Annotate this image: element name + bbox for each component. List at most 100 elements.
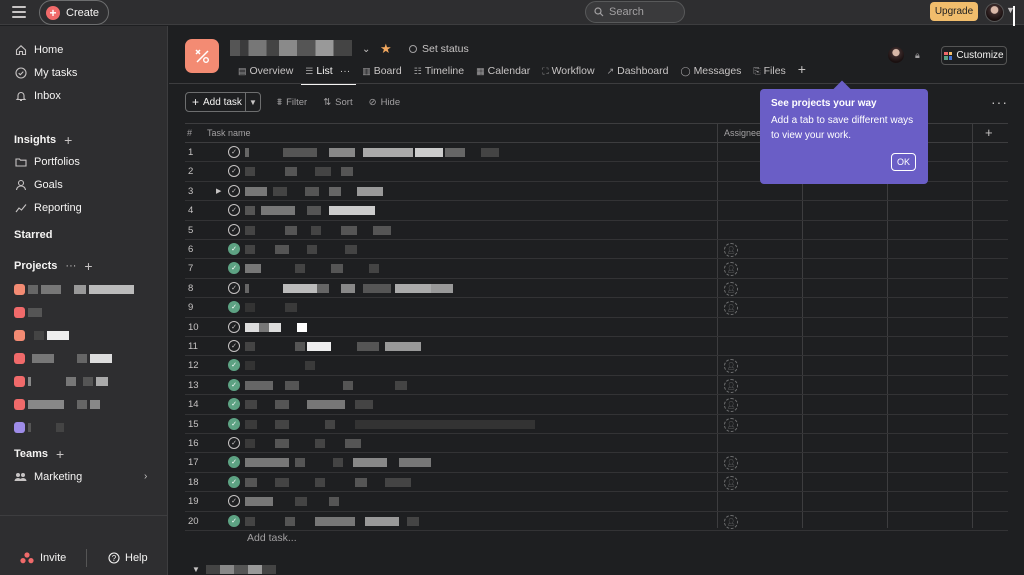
assignee-placeholder-icon[interactable]: 👤︎: [724, 243, 738, 257]
table-row[interactable]: 4 ✓: [185, 201, 1008, 221]
sidebar-item-marketing[interactable]: Marketing ›: [14, 470, 154, 483]
complete-checkbox-icon[interactable]: ✓: [228, 184, 240, 197]
table-row[interactable]: 5 ✓: [185, 221, 1008, 240]
complete-checkbox-icon[interactable]: ✓: [228, 417, 240, 430]
table-row[interactable]: 3 ▶ ✓: [185, 182, 1008, 202]
assignee-placeholder-icon[interactable]: 👤︎: [724, 378, 738, 393]
complete-checkbox-icon[interactable]: ✓: [228, 359, 240, 372]
project-item[interactable]: [14, 373, 108, 389]
section-header[interactable]: ▼: [192, 565, 276, 574]
upgrade-button[interactable]: Upgrade: [930, 2, 978, 21]
table-row[interactable]: 15 ✓ 👤︎: [185, 415, 1008, 434]
tab-overview[interactable]: ▤ Overview: [232, 64, 299, 82]
assignee-placeholder-icon[interactable]: 👤︎: [724, 262, 738, 277]
tab-files[interactable]: ⎘ Files: [747, 64, 791, 82]
more-icon[interactable]: ···: [991, 94, 1008, 110]
insights-header[interactable]: Insights +: [14, 132, 72, 148]
complete-checkbox-icon[interactable]: ✓: [228, 475, 240, 488]
starred-header[interactable]: Starred: [14, 229, 53, 241]
project-item[interactable]: [14, 304, 42, 320]
complete-checkbox-icon[interactable]: ✓: [228, 378, 240, 391]
complete-checkbox-icon[interactable]: ✓: [228, 320, 240, 333]
complete-checkbox-icon[interactable]: ✓: [228, 146, 240, 158]
column-header-task-name[interactable]: Task name: [207, 128, 251, 138]
menu-icon[interactable]: [12, 6, 26, 18]
avatar[interactable]: [888, 47, 904, 63]
tab-dashboard[interactable]: ↗ Dashboard: [601, 64, 675, 82]
sidebar-item-my-tasks[interactable]: My tasks: [14, 66, 77, 79]
ok-button[interactable]: OK: [891, 153, 916, 171]
add-project-icon[interactable]: +: [84, 258, 92, 274]
complete-checkbox-icon[interactable]: ✓: [228, 514, 240, 527]
sidebar-item-reporting[interactable]: Reporting: [14, 201, 82, 214]
set-status-button[interactable]: Set status: [409, 43, 469, 55]
assignee-placeholder-icon[interactable]: 👤︎: [724, 417, 738, 432]
assignee-placeholder-icon[interactable]: 👤︎: [724, 514, 738, 529]
sidebar-item-portfolios[interactable]: Portfolios: [14, 155, 80, 168]
complete-checkbox-icon[interactable]: ✓: [228, 340, 240, 352]
tab-calendar[interactable]: ▦ Calendar: [470, 64, 536, 82]
table-row[interactable]: 13 ✓ 👤︎: [185, 376, 1008, 396]
table-row[interactable]: 18 ✓ 👤︎: [185, 473, 1008, 493]
complete-checkbox-icon[interactable]: ✓: [228, 165, 240, 178]
table-row[interactable]: 9 ✓ 👤︎: [185, 298, 1008, 318]
caret-right-icon[interactable]: ▶: [216, 187, 221, 195]
caret-down-icon[interactable]: ▼: [192, 565, 200, 574]
table-row[interactable]: 12 ✓ 👤︎: [185, 356, 1008, 376]
add-task-inline[interactable]: Add task...: [247, 532, 297, 544]
complete-checkbox-icon[interactable]: ✓: [228, 223, 240, 236]
chevron-down-icon[interactable]: ⌄: [362, 44, 370, 55]
table-row[interactable]: 17 ✓ 👤︎: [185, 453, 1008, 473]
complete-checkbox-icon[interactable]: ✓: [228, 437, 240, 449]
add-column-icon[interactable]: +: [985, 125, 993, 140]
assignee-placeholder-icon[interactable]: 👤︎: [724, 398, 738, 413]
table-row[interactable]: 6 ✓ 👤︎: [185, 240, 1008, 260]
customize-button[interactable]: Customize: [941, 46, 1007, 65]
star-icon[interactable]: ★: [380, 41, 392, 57]
invite-button[interactable]: Invite: [20, 552, 66, 564]
complete-checkbox-icon[interactable]: ✓: [228, 243, 240, 255]
add-team-icon[interactable]: +: [56, 446, 64, 462]
avatar[interactable]: [985, 3, 1004, 22]
lock-icon[interactable]: 🔒︎: [915, 50, 920, 61]
help-button[interactable]: ? Help: [108, 552, 148, 564]
project-item[interactable]: [14, 419, 64, 435]
filter-button[interactable]: ⩩ Filter: [277, 97, 307, 108]
hide-button[interactable]: ⊘ Hide: [369, 97, 401, 108]
create-button[interactable]: + Create: [39, 0, 109, 25]
assignee-placeholder-icon[interactable]: 👤︎: [724, 456, 738, 471]
project-title[interactable]: [230, 40, 352, 56]
complete-checkbox-icon[interactable]: ✓: [228, 301, 240, 314]
teams-header[interactable]: Teams +: [14, 446, 64, 462]
tab-messages[interactable]: ◯ Messages: [674, 64, 747, 82]
sidebar-item-home[interactable]: Home: [14, 43, 63, 56]
complete-checkbox-icon[interactable]: ✓: [228, 262, 240, 275]
assignee-placeholder-icon[interactable]: 👤︎: [724, 281, 738, 296]
add-insight-icon[interactable]: +: [64, 132, 72, 148]
assignee-placeholder-icon[interactable]: 👤︎: [724, 359, 738, 374]
projects-header[interactable]: Projects ··· +: [14, 258, 93, 274]
tab-timeline[interactable]: ☷ Timeline: [408, 64, 470, 82]
complete-checkbox-icon[interactable]: ✓: [228, 495, 240, 508]
more-icon[interactable]: ···: [65, 260, 76, 272]
complete-checkbox-icon[interactable]: ✓: [228, 204, 240, 217]
table-row[interactable]: 11 ✓: [185, 337, 1008, 357]
table-row[interactable]: 16 ✓: [185, 434, 1008, 454]
add-task-button[interactable]: + Add task ▼: [185, 92, 261, 112]
complete-checkbox-icon[interactable]: ✓: [228, 398, 240, 411]
chevron-down-icon[interactable]: ▼: [246, 98, 260, 107]
tab-list[interactable]: ☰ List ···: [299, 64, 357, 85]
tab-workflow[interactable]: ⛶ Workflow: [536, 64, 600, 82]
sidebar-item-goals[interactable]: Goals: [14, 178, 63, 191]
project-item[interactable]: [14, 350, 112, 366]
assignee-placeholder-icon[interactable]: 👤︎: [724, 475, 738, 490]
project-item[interactable]: [14, 396, 100, 412]
table-row[interactable]: 14 ✓ 👤︎: [185, 395, 1008, 415]
search-input[interactable]: Search: [585, 1, 685, 23]
column-header-assignee[interactable]: Assignee: [724, 128, 761, 138]
project-item[interactable]: [14, 327, 69, 343]
sort-button[interactable]: ⇅ Sort: [323, 97, 352, 108]
add-tab-icon[interactable]: +: [798, 61, 806, 82]
table-row[interactable]: 19 ✓: [185, 492, 1008, 512]
more-icon[interactable]: ···: [340, 65, 351, 77]
